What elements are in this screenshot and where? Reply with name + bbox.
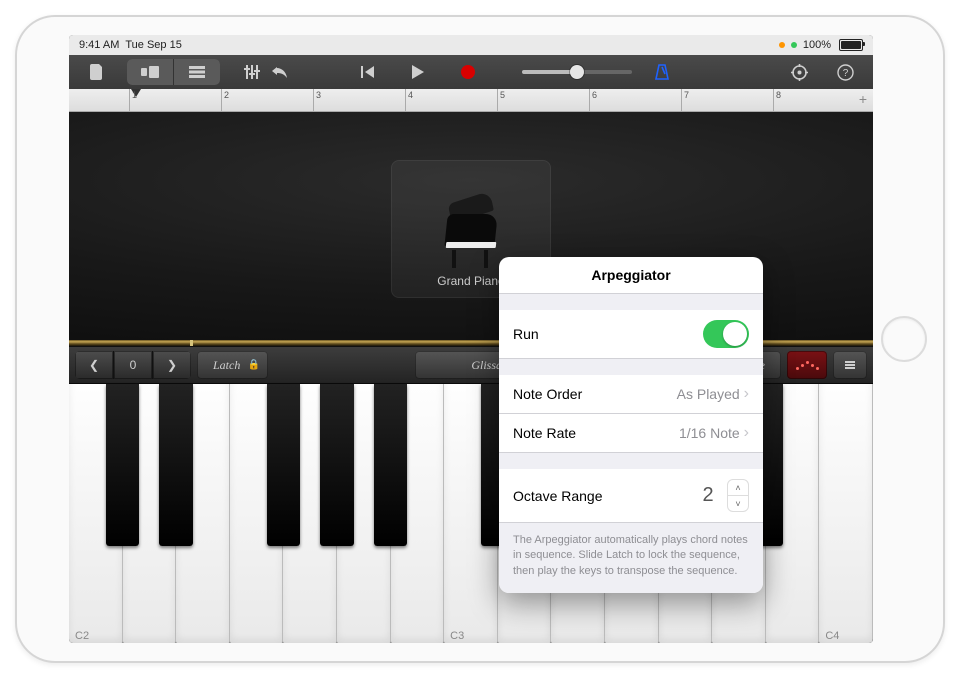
status-battery-pct: 100% bbox=[803, 39, 831, 51]
octave-group: ❮ 0 ❯ bbox=[75, 351, 191, 379]
lock-icon: 🔒 bbox=[248, 360, 260, 371]
note-rate-row[interactable]: Note Rate 1/16 Note › bbox=[499, 414, 763, 453]
home-button[interactable] bbox=[881, 316, 927, 362]
note-order-value: As Played bbox=[677, 386, 740, 402]
main-toolbar: ? bbox=[69, 55, 873, 89]
transport-controls bbox=[260, 59, 682, 85]
metronome-button[interactable] bbox=[642, 59, 682, 85]
timeline-ruler[interactable]: + 1 2 3 4 5 6 7 8 bbox=[69, 89, 873, 112]
key-label-c4: C4 bbox=[825, 630, 839, 642]
octave-value: 0 bbox=[114, 351, 153, 379]
octave-down-button[interactable]: ❮ bbox=[75, 351, 114, 379]
volume-slider-thumb[interactable] bbox=[570, 65, 584, 79]
latch-label: Latch bbox=[213, 358, 240, 373]
arpeggiator-icon bbox=[796, 361, 819, 370]
run-label: Run bbox=[513, 326, 539, 342]
add-section-button[interactable]: + bbox=[859, 91, 867, 107]
keyboard-layout-icon bbox=[845, 361, 855, 369]
key-label-c2: C2 bbox=[75, 630, 89, 642]
octave-range-value: 2 bbox=[695, 484, 721, 507]
ruler-bar-3: 3 bbox=[313, 89, 321, 111]
popover-title: Arpeggiator bbox=[499, 257, 763, 294]
grand-piano-icon bbox=[436, 208, 506, 268]
ruler-bar-7: 7 bbox=[681, 89, 689, 111]
svg-text:?: ? bbox=[842, 68, 848, 79]
black-key[interactable] bbox=[374, 384, 408, 546]
record-button[interactable] bbox=[448, 59, 488, 85]
black-key[interactable] bbox=[320, 384, 354, 546]
key-label-c3: C3 bbox=[450, 630, 464, 642]
status-dot-orange bbox=[779, 42, 785, 48]
octave-range-label: Octave Range bbox=[513, 488, 603, 504]
undo-button[interactable] bbox=[260, 59, 300, 85]
ruler-bar-4: 4 bbox=[405, 89, 413, 111]
note-rate-value: 1/16 Note bbox=[679, 425, 740, 441]
chevron-right-icon: › bbox=[744, 385, 749, 403]
ruler-bar-2: 2 bbox=[221, 89, 229, 111]
master-volume-slider[interactable] bbox=[522, 70, 632, 74]
browser-toggle-group bbox=[127, 59, 220, 85]
play-button[interactable] bbox=[398, 59, 438, 85]
popover-section-gap bbox=[499, 294, 763, 310]
black-key[interactable] bbox=[106, 384, 140, 546]
ruler-bar-5: 5 bbox=[497, 89, 505, 111]
status-dot-green bbox=[791, 42, 797, 48]
popover-section-gap bbox=[499, 359, 763, 375]
instrument-name: Grand Piano bbox=[437, 274, 504, 288]
status-date: Tue Sep 15 bbox=[125, 39, 181, 51]
white-key[interactable]: C4 bbox=[819, 384, 873, 643]
black-key[interactable] bbox=[159, 384, 193, 546]
note-order-row[interactable]: Note Order As Played › bbox=[499, 375, 763, 414]
ruler-bar-8: 8 bbox=[773, 89, 781, 111]
black-key[interactable] bbox=[267, 384, 301, 546]
run-row: Run bbox=[499, 310, 763, 359]
arpeggiator-button[interactable] bbox=[787, 351, 827, 379]
stepper-up-button[interactable]: ˄ bbox=[728, 480, 748, 496]
status-bar: 9:41 AM Tue Sep 15 100% bbox=[69, 35, 873, 55]
popover-footer-text: The Arpeggiator automatically plays chor… bbox=[499, 523, 763, 593]
ruler-bar-6: 6 bbox=[589, 89, 597, 111]
help-button[interactable]: ? bbox=[825, 59, 865, 85]
latch-button[interactable]: Latch 🔒 bbox=[197, 351, 268, 379]
octave-range-stepper: ˄ ˅ bbox=[727, 479, 749, 512]
popover-section-gap bbox=[499, 453, 763, 469]
record-icon bbox=[461, 65, 475, 79]
tracks-button[interactable] bbox=[174, 59, 220, 85]
note-rate-label: Note Rate bbox=[513, 425, 576, 441]
note-order-label: Note Order bbox=[513, 386, 582, 402]
song-settings-button[interactable] bbox=[779, 59, 819, 85]
arpeggiator-popover: Arpeggiator Run Note Order As Played › N… bbox=[499, 257, 763, 593]
octave-up-button[interactable]: ❯ bbox=[153, 351, 191, 379]
stepper-down-button[interactable]: ˅ bbox=[728, 496, 748, 511]
screen: 9:41 AM Tue Sep 15 100% bbox=[69, 35, 873, 643]
ruler-bar-1: 1 bbox=[129, 89, 137, 111]
octave-range-row: Octave Range 2 ˄ ˅ bbox=[499, 469, 763, 523]
chevron-right-icon: › bbox=[744, 424, 749, 442]
my-songs-button[interactable] bbox=[77, 59, 117, 85]
browser-button[interactable] bbox=[127, 59, 174, 85]
ipad-device: 9:41 AM Tue Sep 15 100% bbox=[15, 15, 945, 663]
go-to-beginning-button[interactable] bbox=[348, 59, 388, 85]
status-time: 9:41 AM bbox=[79, 39, 119, 51]
run-toggle[interactable] bbox=[703, 320, 749, 348]
keyboard-layout-button[interactable] bbox=[833, 351, 867, 379]
battery-icon bbox=[839, 39, 863, 51]
